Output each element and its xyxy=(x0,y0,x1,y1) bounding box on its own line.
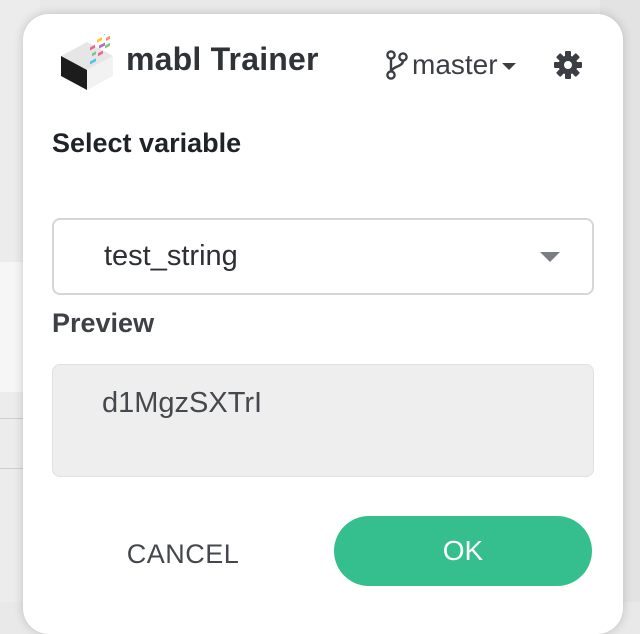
branch-selector[interactable]: master xyxy=(385,47,516,83)
git-branch-icon xyxy=(386,50,408,80)
trainer-popup: mabl Trainer master Select variable test… xyxy=(23,14,623,634)
mabl-logo xyxy=(61,34,113,90)
app-title: mabl Trainer xyxy=(126,41,319,77)
popup-header: mabl Trainer master xyxy=(23,14,623,110)
variable-select[interactable]: test_string xyxy=(52,218,594,295)
cancel-button[interactable]: CANCEL xyxy=(103,534,263,574)
preview-label: Preview xyxy=(52,308,155,338)
select-variable-label: Select variable xyxy=(52,128,242,158)
preview-box: d1MgzSXTrI xyxy=(52,364,594,477)
branch-label: master xyxy=(412,49,498,80)
dropdown-arrow-icon xyxy=(540,252,560,262)
preview-value: d1MgzSXTrI xyxy=(102,387,263,419)
gear-icon[interactable] xyxy=(553,50,583,80)
chevron-down-icon xyxy=(501,63,516,70)
selected-variable: test_string xyxy=(104,240,238,272)
ok-button[interactable]: OK xyxy=(334,516,592,586)
